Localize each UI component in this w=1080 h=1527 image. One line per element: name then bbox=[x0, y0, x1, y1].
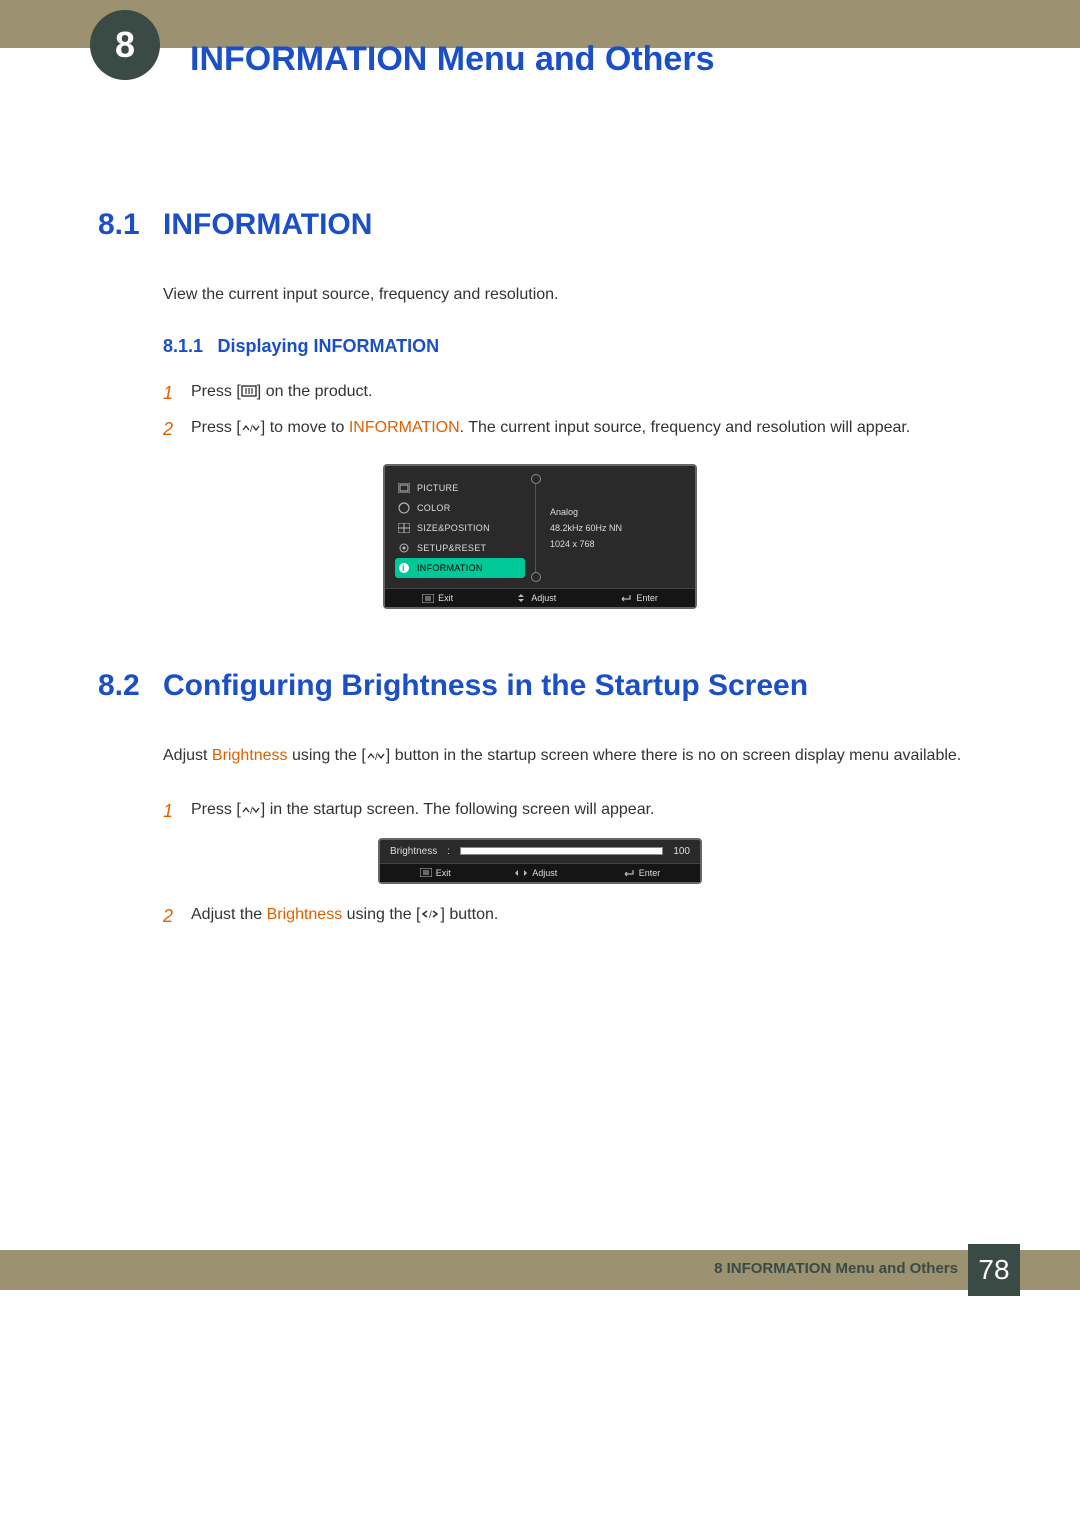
svg-text:/: / bbox=[375, 752, 378, 762]
chapter-number-badge: 8 bbox=[90, 10, 160, 80]
osd-footer-adjust: Adjust bbox=[515, 593, 556, 603]
svg-text:i: i bbox=[402, 563, 405, 573]
up-down-icon bbox=[515, 593, 527, 603]
osd-item-picture: PICTURE bbox=[395, 478, 525, 498]
subsection-title: Displaying INFORMATION bbox=[218, 336, 440, 356]
highlight-brightness: Brightness bbox=[267, 906, 343, 923]
osd-info-panel: Analog 48.2kHz 60Hz NN 1024 x 768 bbox=[546, 478, 685, 578]
brightness-footer-adjust: Adjust bbox=[514, 868, 557, 878]
section-8-2-heading: 8.2 Configuring Brightness in the Startu… bbox=[98, 669, 982, 703]
menu-icon bbox=[241, 385, 257, 397]
svg-text:/: / bbox=[429, 910, 432, 920]
brightness-bar bbox=[460, 847, 663, 855]
brightness-footer-exit: Exit bbox=[420, 868, 451, 878]
step-number: 2 bbox=[163, 415, 191, 444]
menu-icon bbox=[422, 594, 434, 603]
osd-panel: PICTURE COLOR SIZE&POSITION SETUP&RESET bbox=[383, 464, 697, 609]
osd-info-line3: 1024 x 768 bbox=[550, 536, 685, 552]
step-number: 2 bbox=[163, 902, 191, 931]
size-position-icon bbox=[397, 521, 411, 535]
left-right-icon bbox=[514, 868, 528, 878]
svg-text:/: / bbox=[250, 806, 253, 816]
up-down-icon: / bbox=[366, 750, 386, 762]
step-2: 2 Adjust the Brightness using the [/] bu… bbox=[163, 902, 982, 931]
gear-icon bbox=[397, 541, 411, 555]
osd-item-setup-reset: SETUP&RESET bbox=[395, 538, 525, 558]
highlight-information: INFORMATION bbox=[349, 419, 460, 436]
page-footer: 8 INFORMATION Menu and Others 78 bbox=[0, 1250, 1080, 1290]
step-text: Press [] on the product. bbox=[191, 379, 982, 408]
color-icon bbox=[397, 501, 411, 515]
section-title: INFORMATION bbox=[163, 208, 372, 242]
menu-icon bbox=[420, 868, 432, 877]
page-number: 78 bbox=[968, 1244, 1020, 1296]
brightness-panel: Brightness: 100 Exit Adjust Enter bbox=[378, 838, 702, 884]
up-down-icon: / bbox=[241, 804, 261, 816]
highlight-brightness: Brightness bbox=[212, 747, 288, 764]
osd-item-information: i INFORMATION bbox=[395, 558, 525, 578]
step-number: 1 bbox=[163, 797, 191, 826]
osd-footer-enter: Enter bbox=[618, 593, 658, 603]
step-number: 1 bbox=[163, 379, 191, 408]
step-1: 1 Press [/] in the startup screen. The f… bbox=[163, 797, 982, 826]
osd-info-line2: 48.2kHz 60Hz NN bbox=[550, 520, 685, 536]
picture-icon bbox=[397, 481, 411, 495]
osd-info-line1: Analog bbox=[550, 504, 685, 520]
step-text: Press [/] to move to INFORMATION. The cu… bbox=[191, 415, 982, 444]
osd-footer: Exit Adjust Enter bbox=[385, 588, 695, 607]
section2-intro: Adjust Brightness using the [/] button i… bbox=[163, 743, 982, 769]
osd-item-size-position: SIZE&POSITION bbox=[395, 518, 525, 538]
step-text: Press [/] in the startup screen. The fol… bbox=[191, 797, 982, 826]
brightness-footer: Exit Adjust Enter bbox=[380, 863, 700, 882]
section-number: 8.2 bbox=[98, 669, 163, 703]
section-title: Configuring Brightness in the Startup Sc… bbox=[163, 669, 808, 703]
info-icon: i bbox=[397, 561, 411, 575]
section-8-1-heading: 8.1 INFORMATION bbox=[98, 208, 982, 242]
step-1: 1 Press [] on the product. bbox=[163, 379, 982, 408]
section-number: 8.1 bbox=[98, 208, 163, 242]
footer-chapter-label: 8 INFORMATION Menu and Others bbox=[714, 1260, 958, 1277]
brightness-footer-enter: Enter bbox=[621, 868, 661, 878]
step-2: 2 Press [/] to move to INFORMATION. The … bbox=[163, 415, 982, 444]
enter-icon bbox=[618, 593, 632, 603]
subsection-number: 8.1.1 bbox=[163, 336, 203, 356]
content-area: 8.1 INFORMATION View the current input s… bbox=[0, 48, 1080, 930]
step-text: Adjust the Brightness using the [/] butt… bbox=[191, 902, 982, 931]
osd-divider bbox=[535, 478, 536, 578]
up-down-icon: / bbox=[241, 422, 261, 434]
section1-intro: View the current input source, frequency… bbox=[163, 282, 982, 308]
osd-footer-exit: Exit bbox=[422, 593, 453, 603]
brightness-value: 100 bbox=[673, 846, 690, 857]
brightness-figure: Brightness: 100 Exit Adjust Enter bbox=[98, 838, 982, 884]
page-title: INFORMATION Menu and Others bbox=[190, 40, 714, 79]
subsection-8-1-1-heading: 8.1.1 Displaying INFORMATION bbox=[163, 336, 982, 357]
osd-figure: PICTURE COLOR SIZE&POSITION SETUP&RESET bbox=[98, 464, 982, 609]
osd-item-color: COLOR bbox=[395, 498, 525, 518]
osd-menu-list: PICTURE COLOR SIZE&POSITION SETUP&RESET bbox=[395, 478, 525, 578]
left-right-icon: / bbox=[420, 908, 440, 920]
brightness-label: Brightness bbox=[390, 846, 437, 857]
enter-icon bbox=[621, 868, 635, 878]
svg-text:/: / bbox=[250, 424, 253, 434]
